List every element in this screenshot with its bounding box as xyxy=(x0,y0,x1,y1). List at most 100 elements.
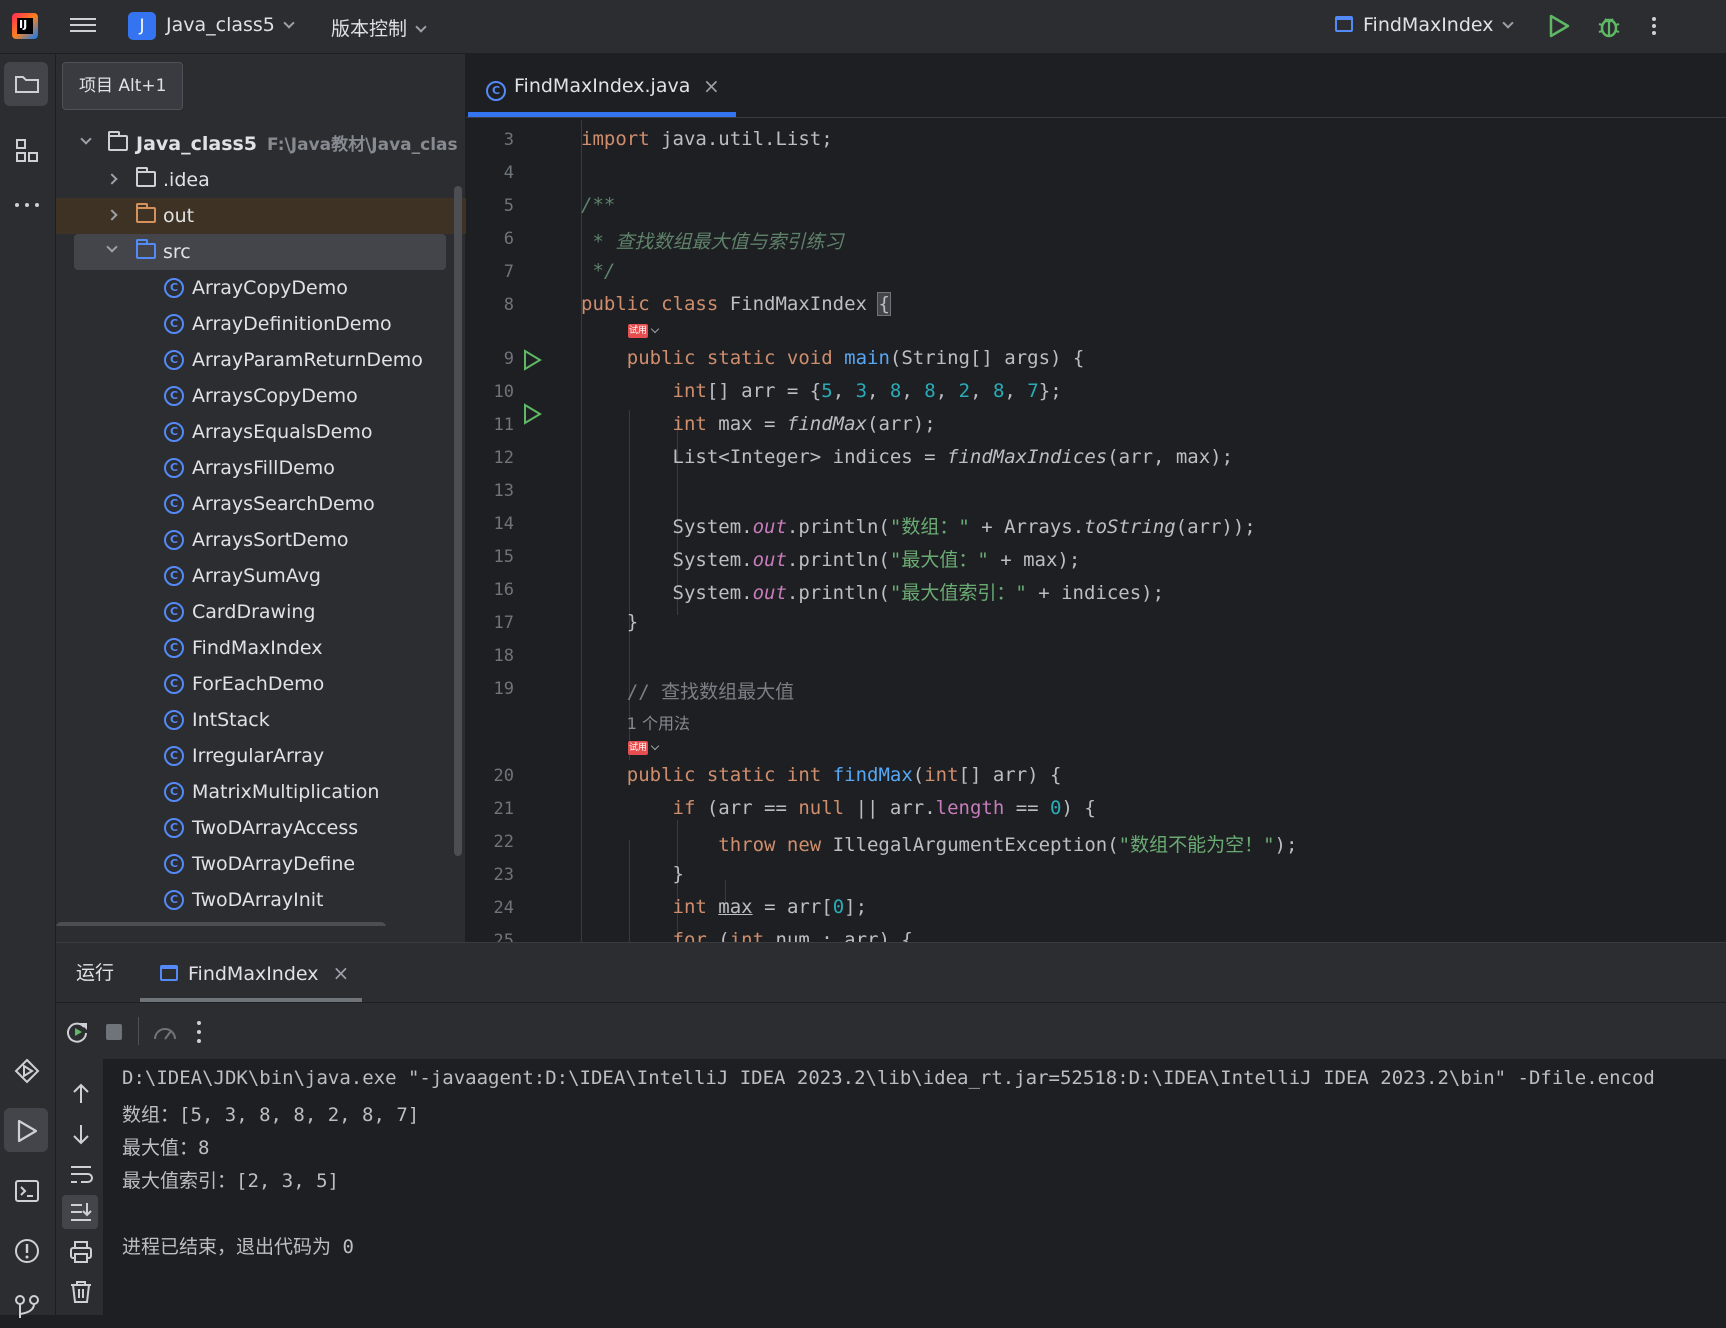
code-line: * 查找数组最大值与索引练习 xyxy=(581,231,844,253)
stop-icon[interactable] xyxy=(106,1024,122,1040)
line-number: 24 xyxy=(493,898,514,918)
code-line: if (arr == null || arr.length == 0) { xyxy=(672,797,1096,819)
print-icon[interactable] xyxy=(68,1239,94,1265)
trial-badge[interactable]: 试用 xyxy=(628,741,648,755)
more-tools-button[interactable] xyxy=(4,182,48,226)
more-actions-icon[interactable] xyxy=(194,1019,204,1045)
usage-hint[interactable]: 1 个用法 xyxy=(581,710,690,734)
run-gutter-icon[interactable] xyxy=(522,349,542,371)
structure-tool-button[interactable] xyxy=(4,128,48,172)
tree-class-item[interactable]: C ArrayDefinitionDemo xyxy=(56,306,466,342)
code-line: System.out.println("数组：" + Arrays.toStri… xyxy=(581,516,1256,538)
tab-findmaxindex-java[interactable]: C FindMaxIndex.java × xyxy=(466,54,736,118)
line-number: 13 xyxy=(493,481,514,501)
tree-class-item[interactable]: C ArrayCopyDemo xyxy=(56,270,466,306)
chevron-down-icon[interactable] xyxy=(650,741,660,751)
tree-class-item[interactable]: C ArraysCopyDemo xyxy=(56,378,466,414)
main-menu-icon[interactable] xyxy=(70,14,96,38)
attach-profiler-icon[interactable] xyxy=(152,1019,178,1045)
excluded-folder-icon xyxy=(136,203,156,223)
tree-folder-src[interactable]: src xyxy=(74,234,446,270)
chevron-right-icon[interactable] xyxy=(106,209,118,221)
line-number: 15 xyxy=(493,547,514,567)
project-tool-button[interactable] xyxy=(4,62,48,106)
console-output[interactable]: D:\IDEA\JDK\bin\java.exe "-javaagent:D:\… xyxy=(122,1059,1726,1316)
class-icon: C xyxy=(164,278,184,298)
run-toolbar xyxy=(56,1003,1726,1059)
git-tool-button[interactable] xyxy=(4,1284,48,1328)
left-tool-strip xyxy=(0,54,56,1318)
tree-folder-idea[interactable]: .idea xyxy=(56,162,466,198)
tree-class-item[interactable]: C ArrayParamReturnDemo xyxy=(56,342,466,378)
services-tool-button[interactable] xyxy=(4,1048,48,1092)
class-label: TwoDArrayAccess xyxy=(192,817,359,839)
tree-class-item[interactable]: C ArraysEqualsDemo xyxy=(56,414,466,450)
run-gutter-icon[interactable] xyxy=(522,403,542,425)
chevron-down-icon[interactable] xyxy=(80,133,92,145)
intellij-logo-icon[interactable]: IJ xyxy=(12,13,38,39)
class-label: ArraySumAvg xyxy=(192,565,321,587)
class-icon: C xyxy=(164,674,184,694)
tree-class-item[interactable]: C IntStack xyxy=(56,702,466,738)
tree-class-item[interactable]: C MatrixMultiplication xyxy=(56,774,466,810)
more-actions-icon[interactable] xyxy=(1652,14,1656,38)
code-line: } xyxy=(581,863,684,885)
tree-class-item[interactable]: C ArraysSearchDemo xyxy=(56,486,466,522)
scroll-to-end-icon[interactable] xyxy=(68,1199,94,1225)
soft-wrap-icon[interactable] xyxy=(68,1161,94,1187)
class-label: TwoDArrayInit xyxy=(192,889,324,911)
run-config-selector[interactable]: FindMaxIndex xyxy=(1335,14,1514,36)
run-tab-findmaxindex[interactable]: FindMaxIndex × xyxy=(160,943,349,1003)
terminal-tool-button[interactable] xyxy=(4,1168,48,1212)
project-vertical-scrollbar[interactable] xyxy=(454,186,462,856)
arrow-up-icon[interactable] xyxy=(68,1081,94,1107)
run-tab-label: FindMaxIndex xyxy=(188,963,319,985)
class-icon: C xyxy=(164,422,184,442)
class-icon: C xyxy=(164,458,184,478)
tree-class-item[interactable]: C ArraysSortDemo xyxy=(56,522,466,558)
close-icon[interactable]: × xyxy=(703,54,720,118)
project-badge[interactable]: J xyxy=(128,12,156,40)
chevron-down-icon[interactable] xyxy=(106,241,118,253)
project-tree: Java_class5 F:\Java教材\Java_clas .idea out… xyxy=(56,126,466,926)
tree-root[interactable]: Java_class5 F:\Java教材\Java_clas xyxy=(56,126,466,162)
vcs-menu[interactable]: 版本控制 xyxy=(331,14,427,41)
trash-icon[interactable] xyxy=(68,1279,94,1305)
trial-badge[interactable]: 试用 xyxy=(628,324,648,338)
run-tool-button[interactable] xyxy=(4,1108,48,1152)
tree-class-item[interactable]: C FindMaxIndex xyxy=(56,630,466,666)
arrow-down-icon[interactable] xyxy=(68,1121,94,1147)
project-horizontal-scrollbar[interactable] xyxy=(56,922,386,926)
folder-label: out xyxy=(163,205,195,227)
tree-class-item[interactable]: C CardDrawing xyxy=(56,594,466,630)
line-number: 7 xyxy=(503,262,514,282)
tree-class-item[interactable]: C ArraySumAvg xyxy=(56,558,466,594)
class-label: ArraysEqualsDemo xyxy=(192,421,373,443)
rerun-icon[interactable] xyxy=(64,1019,90,1045)
folder-icon xyxy=(15,76,39,93)
tree-class-item[interactable]: C ArraysFillDemo xyxy=(56,450,466,486)
project-selector[interactable]: Java_class5 xyxy=(166,14,295,36)
chevron-down-icon[interactable] xyxy=(650,324,660,334)
tree-folder-out[interactable]: out xyxy=(56,198,466,234)
code-line: } xyxy=(581,611,639,633)
tab-label: FindMaxIndex.java xyxy=(514,75,691,97)
line-number: 9 xyxy=(503,349,514,369)
console-line: 最大值索引：[2, 3, 5] xyxy=(122,1170,339,1192)
tree-class-item[interactable]: C TwoDArrayAccess xyxy=(56,810,466,846)
run-icon[interactable] xyxy=(1548,14,1570,38)
problems-icon xyxy=(15,1239,39,1263)
tree-class-item[interactable]: C TwoDArrayDefine xyxy=(56,846,466,882)
class-label: ForEachDemo xyxy=(192,673,325,695)
tree-class-item[interactable]: C IrregularArray xyxy=(56,738,466,774)
problems-tool-button[interactable] xyxy=(4,1228,48,1272)
tree-class-item[interactable]: C TwoDArrayInit xyxy=(56,882,466,918)
title-bar: IJ J Java_class5 版本控制 FindMaxIndex xyxy=(0,0,1726,54)
chevron-right-icon[interactable] xyxy=(106,173,118,185)
code-view[interactable]: 3 4 5 6 7 8 9 10 11 12 13 14 15 16 17 18 19 20 21 22 23 24 25 … xyxy=(466,120,1726,942)
debug-icon[interactable] xyxy=(1596,12,1622,40)
tree-class-item[interactable]: C ForEachDemo xyxy=(56,666,466,702)
class-icon: C xyxy=(164,494,184,514)
close-icon[interactable]: × xyxy=(333,961,350,985)
code-line: int max = findMax(arr); xyxy=(672,413,936,435)
